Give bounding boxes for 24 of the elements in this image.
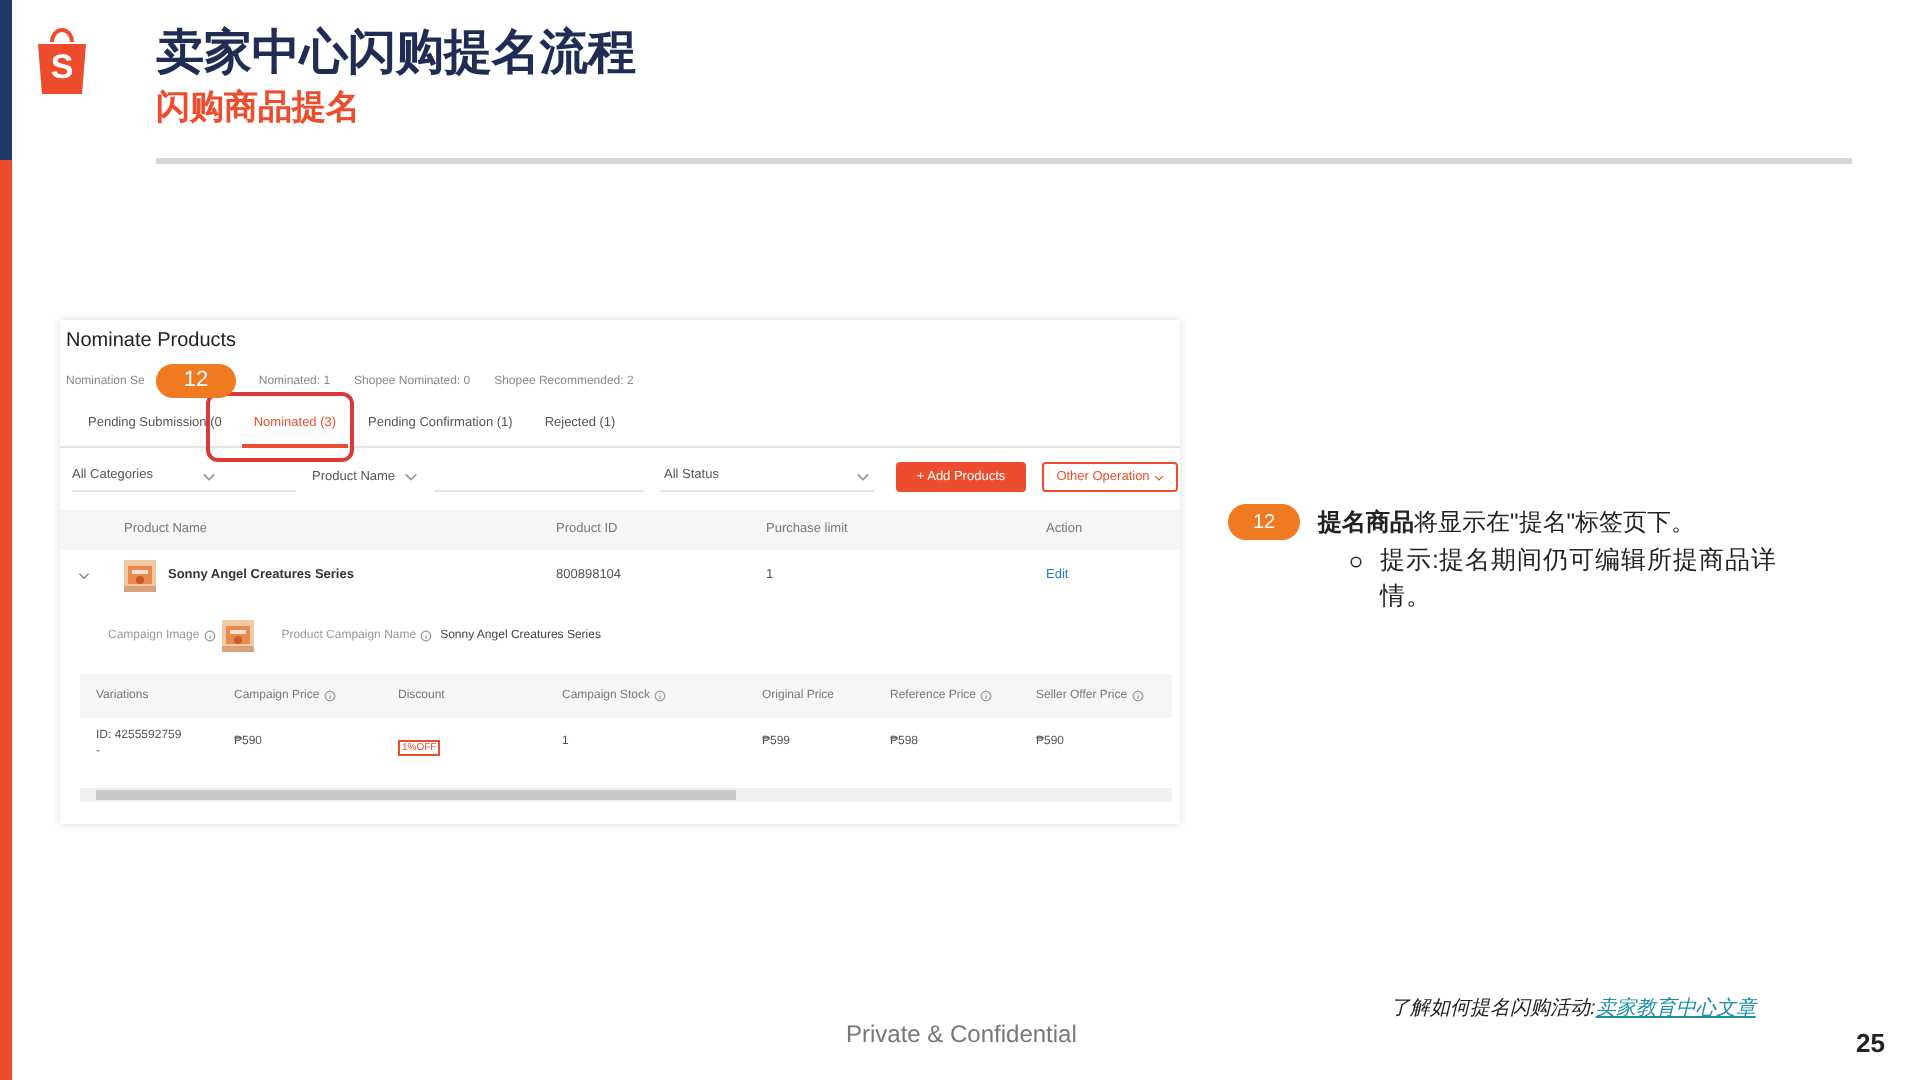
reference-text: 了解如何提名闪购活动:卖家教育中心文章 bbox=[1390, 996, 1760, 1022]
info-icon bbox=[203, 630, 216, 642]
info-icon bbox=[420, 630, 433, 642]
page-number: 25 bbox=[1856, 1026, 1885, 1062]
chevron-down-icon bbox=[202, 471, 216, 481]
chevron-down-icon bbox=[856, 471, 870, 481]
article-link[interactable]: 卖家教育中心文章 bbox=[1595, 998, 1756, 1020]
info-icon bbox=[654, 690, 667, 702]
chevron-down-icon[interactable] bbox=[78, 570, 90, 582]
confidential-label: Private & Confidential bbox=[846, 1018, 1079, 1052]
step-badge: 12 bbox=[1228, 504, 1300, 540]
note-text: 提名商品将显示在"提名"标签页下。 bbox=[1318, 506, 1698, 540]
slide-subtitle: 闪购商品提名 bbox=[156, 86, 362, 130]
bullet-text: 提示:提名期间仍可编辑所提商品详情。 bbox=[1380, 544, 1779, 614]
panel-heading: Nominate Products bbox=[66, 330, 239, 352]
info-icon bbox=[323, 690, 336, 702]
slide-title: 卖家中心闪购提名流程 bbox=[156, 24, 636, 84]
chevron-down-icon bbox=[403, 472, 418, 482]
caret-icon bbox=[1153, 473, 1164, 481]
info-icon bbox=[980, 690, 993, 702]
info-icon bbox=[1131, 690, 1144, 702]
step-badge: 12 bbox=[156, 364, 236, 398]
scrollbar[interactable] bbox=[80, 788, 1172, 802]
bullet-icon bbox=[1350, 555, 1362, 568]
